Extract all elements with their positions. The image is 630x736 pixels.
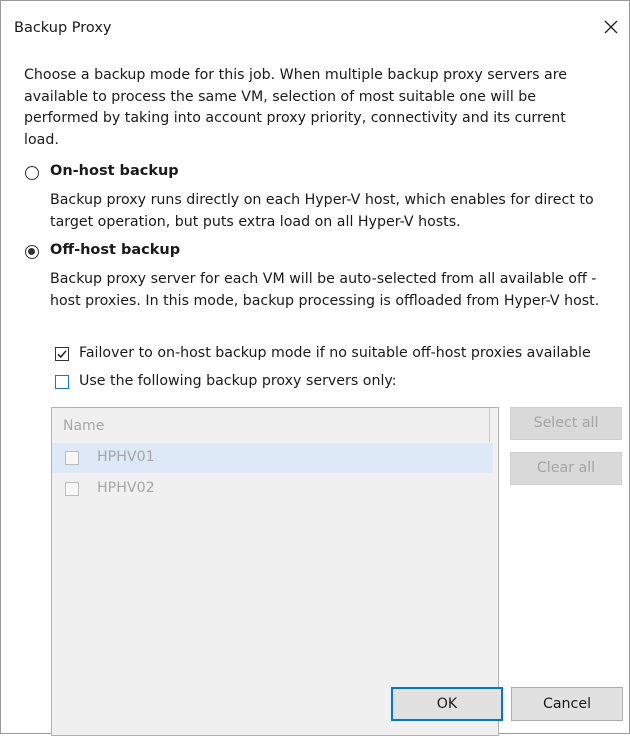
- close-icon: [604, 20, 618, 34]
- dialog-content: Choose a backup mode for this job. When …: [1, 53, 629, 736]
- backup-proxy-dialog: Backup Proxy Choose a backup mode for th…: [0, 0, 630, 736]
- checkmark-icon: [57, 350, 67, 359]
- radio-selected-dot: [28, 248, 36, 256]
- close-button[interactable]: [599, 15, 623, 39]
- list-row: HPHV02: [52, 474, 493, 504]
- use-following-label[interactable]: Use the following backup proxy servers o…: [79, 373, 397, 389]
- off-host-label[interactable]: Off-host backup: [50, 242, 180, 258]
- failover-label[interactable]: Failover to on-host backup mode if no su…: [79, 345, 591, 361]
- use-following-checkbox[interactable]: [55, 375, 69, 389]
- on-host-description: Backup proxy runs directly on each Hyper…: [50, 192, 594, 230]
- title-bar: Backup Proxy: [1, 1, 629, 53]
- on-host-radio[interactable]: [25, 166, 39, 180]
- list-header: Name: [52, 408, 490, 442]
- row-name: HPHV02: [97, 480, 155, 496]
- row-checkbox: [65, 451, 79, 465]
- intro-text: Choose a backup mode for this job. When …: [24, 67, 567, 148]
- row-checkbox: [65, 482, 79, 496]
- off-host-description: Backup proxy server for each VM will be …: [50, 271, 600, 309]
- off-host-radio[interactable]: [25, 245, 39, 259]
- failover-checkbox[interactable]: [55, 347, 69, 361]
- column-header-name: Name: [63, 418, 105, 434]
- cancel-button[interactable]: Cancel: [511, 687, 623, 721]
- dialog-title: Backup Proxy: [14, 20, 112, 36]
- list-row: HPHV01: [52, 443, 493, 473]
- clear-all-button: Clear all: [510, 452, 622, 485]
- on-host-label[interactable]: On-host backup: [50, 163, 179, 179]
- ok-button[interactable]: OK: [391, 687, 503, 721]
- select-all-button: Select all: [510, 407, 622, 440]
- row-name: HPHV01: [97, 449, 155, 465]
